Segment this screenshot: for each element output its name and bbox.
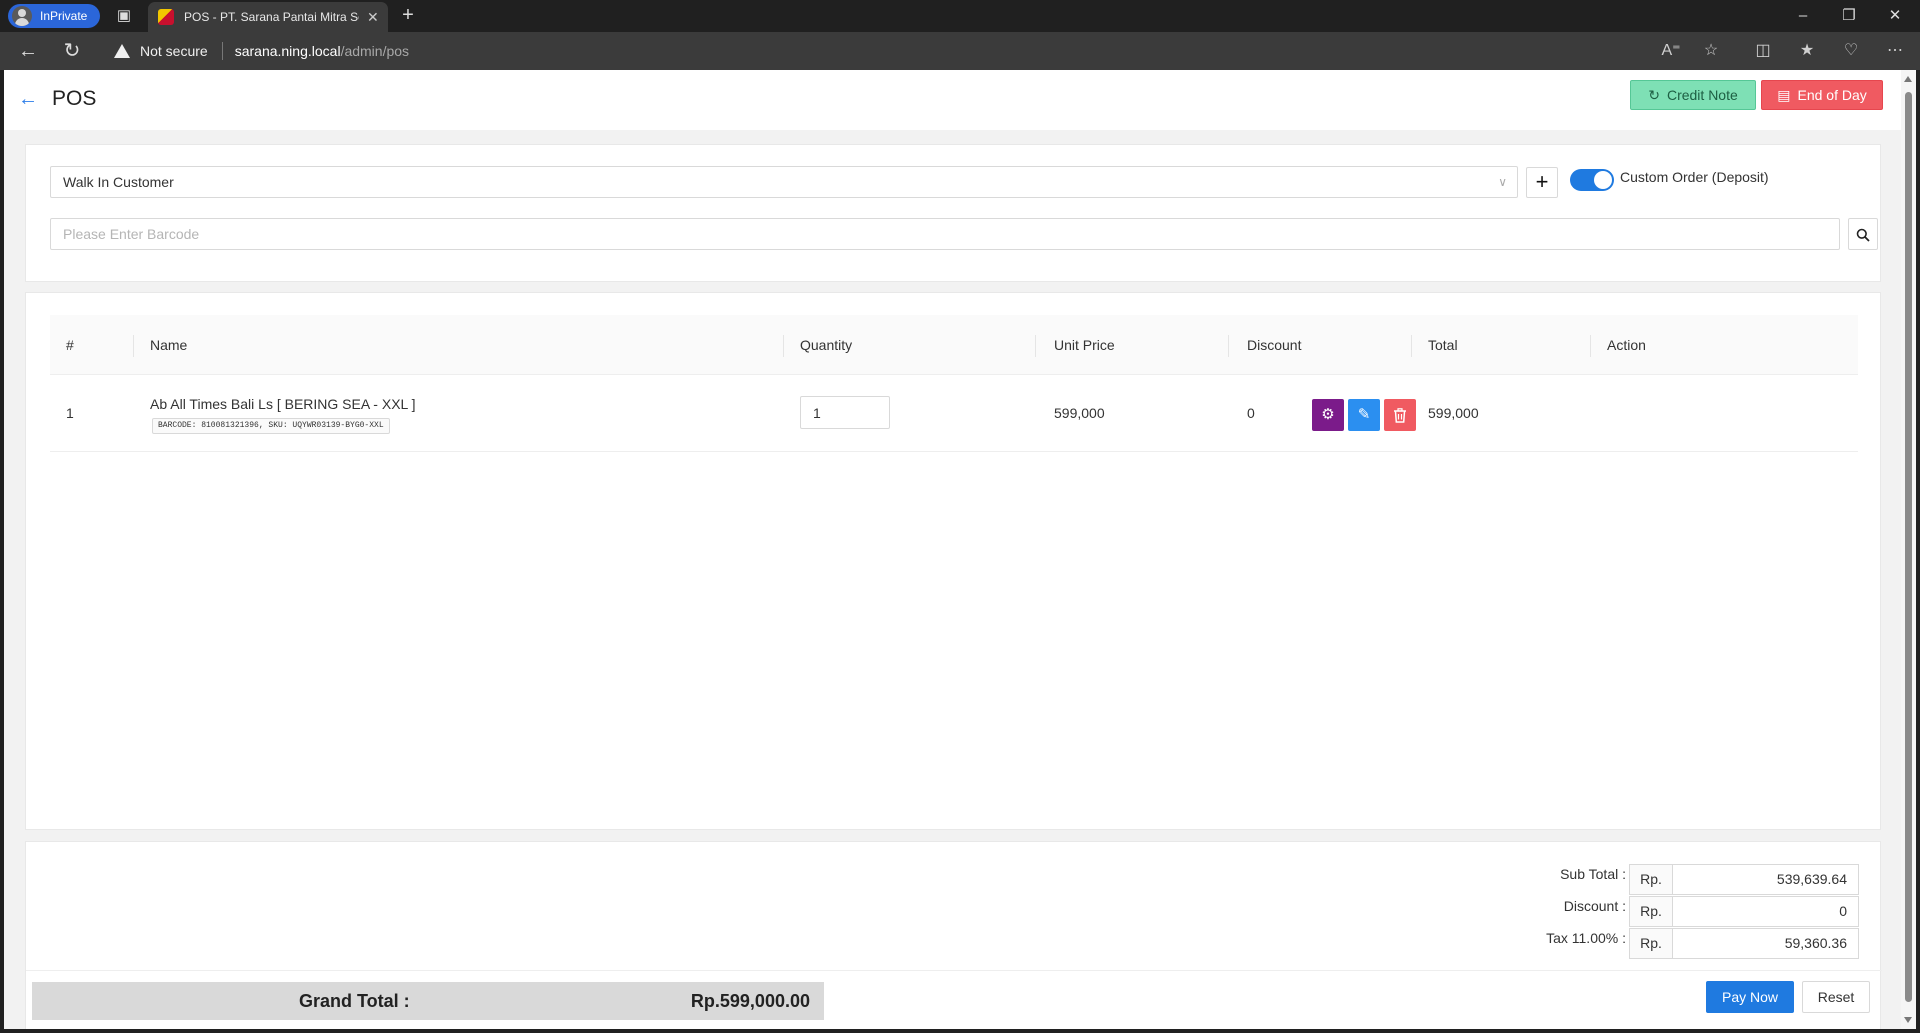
tax-currency: Rp. <box>1629 928 1673 959</box>
summary-divider <box>26 970 1882 971</box>
inprivate-badge[interactable]: InPrivate <box>8 4 100 28</box>
customer-card: Walk In Customer ∨ + Custom Order (Depos… <box>25 144 1881 282</box>
discount-value: 0 <box>1672 896 1859 927</box>
credit-note-label: Credit Note <box>1666 87 1738 103</box>
item-total: 599,000 <box>1428 405 1479 421</box>
column-header-total: Total <box>1428 337 1458 353</box>
grand-total-value: Rp.599,000.00 <box>690 991 810 1011</box>
customer-selected-value: Walk In Customer <box>63 174 174 190</box>
page-content: ← POS ↻ Credit Note ▤ End of Day Walk In… <box>4 70 1901 1029</box>
grand-total-label: Grand Total : <box>299 991 410 1011</box>
column-header-action: Action <box>1607 337 1646 353</box>
not-secure-warning-icon <box>114 44 130 58</box>
more-menu-icon[interactable]: ⋯ <box>1884 40 1906 62</box>
column-header-discount: Discount <box>1247 337 1302 353</box>
not-secure-label: Not secure <box>140 43 208 59</box>
item-edit-button[interactable]: ✎ <box>1348 399 1380 431</box>
custom-order-label: Custom Order (Deposit) <box>1620 169 1769 185</box>
barcode-search-button[interactable] <box>1848 218 1878 250</box>
pencil-icon: ✎ <box>1357 406 1371 423</box>
page-title: POS <box>52 87 97 110</box>
close-tab-icon[interactable]: ✕ <box>367 9 379 26</box>
browser-essentials-icon[interactable]: ♡ <box>1840 40 1862 62</box>
site-favicon-icon <box>158 9 174 25</box>
grand-total-bar: Grand Total : Rp.599,000.00 <box>32 982 824 1020</box>
read-aloud-icon[interactable]: A⁼ <box>1660 40 1682 62</box>
tab-actions-icon[interactable]: ▣ <box>114 6 134 26</box>
browser-tab-active[interactable]: POS - PT. Sarana Pantai Mitra Se ✕ <box>148 2 388 32</box>
pay-now-button[interactable]: Pay Now <box>1706 981 1794 1013</box>
column-divider <box>1035 335 1036 357</box>
refresh-icon: ↻ <box>1648 86 1660 103</box>
column-divider <box>133 335 134 357</box>
item-delete-button[interactable] <box>1384 399 1416 431</box>
close-window-icon[interactable]: ✕ <box>1872 0 1918 32</box>
favorite-star-icon[interactable]: ☆ <box>1700 40 1722 62</box>
gear-icon: ⚙ <box>1321 406 1335 423</box>
column-divider <box>1411 335 1412 357</box>
browser-tab-title: POS - PT. Sarana Pantai Mitra Se <box>184 10 359 24</box>
sub-total-value: 539,639.64 <box>1672 864 1859 895</box>
table-row: 1 Ab All Times Bali Ls [ BERING SEA - XX… <box>50 375 1858 452</box>
tax-label: Tax 11.00% : <box>1546 930 1626 946</box>
column-header-name: Name <box>150 337 188 353</box>
item-settings-button[interactable]: ⚙ <box>1312 399 1344 431</box>
column-divider <box>1590 335 1591 357</box>
column-divider <box>1228 335 1229 357</box>
tax-value: 59,360.36 <box>1672 928 1859 959</box>
reload-icon[interactable]: ↻ <box>60 39 84 63</box>
discount-label: Discount : <box>1563 898 1626 914</box>
favorites-icon[interactable]: ★ <box>1796 40 1818 62</box>
column-divider <box>783 335 784 357</box>
item-discount: 0 <box>1247 405 1255 421</box>
search-icon <box>1856 228 1870 242</box>
browser-tab-bar: InPrivate ▣ POS - PT. Sarana Pantai Mitr… <box>0 0 1920 32</box>
sub-total-currency: Rp. <box>1629 864 1673 895</box>
back-icon[interactable]: ← <box>16 39 40 63</box>
url-host: sarana.ning.local <box>234 43 341 59</box>
restore-window-icon[interactable]: ❐ <box>1826 0 1872 32</box>
item-barcode-sku: BARCODE: 810081321396, SKU: UQYWR03139-B… <box>152 418 390 434</box>
scroll-down-icon[interactable] <box>1904 1017 1912 1023</box>
column-header-index: # <box>66 337 74 353</box>
sub-total-label: Sub Total : <box>1560 866 1626 882</box>
customer-select[interactable]: Walk In Customer ∨ <box>50 166 1518 198</box>
cart-items-card: # Name Quantity Unit Price Discount Tota… <box>25 292 1881 830</box>
inprivate-label: InPrivate <box>40 9 88 23</box>
end-of-day-button[interactable]: ▤ End of Day <box>1761 80 1883 110</box>
trash-icon <box>1394 407 1406 423</box>
new-tab-icon[interactable]: + <box>396 4 420 28</box>
url-separator <box>221 42 223 60</box>
quantity-input[interactable] <box>800 396 890 429</box>
end-of-day-label: End of Day <box>1797 87 1867 103</box>
row-index: 1 <box>66 405 74 421</box>
item-unit-price: 599,000 <box>1054 405 1105 421</box>
url-field[interactable]: Not secure sarana.ning.local/admin/pos <box>114 37 409 65</box>
chevron-down-icon: ∨ <box>1498 175 1507 189</box>
custom-order-toggle[interactable] <box>1570 169 1614 191</box>
page-header: ← POS ↻ Credit Note ▤ End of Day <box>4 70 1901 130</box>
toggle-knob <box>1594 171 1612 189</box>
add-customer-button[interactable]: + <box>1526 167 1558 198</box>
discount-currency: Rp. <box>1629 896 1673 927</box>
browser-address-bar: ← ↻ Not secure sarana.ning.local/admin/p… <box>0 32 1920 70</box>
back-arrow-icon[interactable]: ← <box>18 88 40 110</box>
summary-card: Sub Total : Rp. 539,639.64 Discount : Rp… <box>25 841 1882 1029</box>
barcode-input[interactable] <box>50 218 1840 250</box>
column-header-unit-price: Unit Price <box>1054 337 1115 353</box>
reset-button[interactable]: Reset <box>1802 981 1870 1013</box>
scrollbar-thumb[interactable] <box>1905 92 1912 1002</box>
url-path: /admin/pos <box>340 43 410 59</box>
minimize-window-icon[interactable]: – <box>1780 0 1826 32</box>
split-screen-icon[interactable]: ◫ <box>1752 40 1774 62</box>
page-scrollbar[interactable] <box>1901 70 1916 1029</box>
credit-note-button[interactable]: ↻ Credit Note <box>1630 80 1756 110</box>
profile-avatar-icon <box>12 6 32 26</box>
scroll-up-icon[interactable] <box>1904 76 1912 82</box>
column-header-quantity: Quantity <box>800 337 853 353</box>
item-name: Ab All Times Bali Ls [ BERING SEA - XXL … <box>150 396 416 412</box>
report-icon: ▤ <box>1777 86 1791 103</box>
table-header: # Name Quantity Unit Price Discount Tota… <box>50 315 1858 375</box>
